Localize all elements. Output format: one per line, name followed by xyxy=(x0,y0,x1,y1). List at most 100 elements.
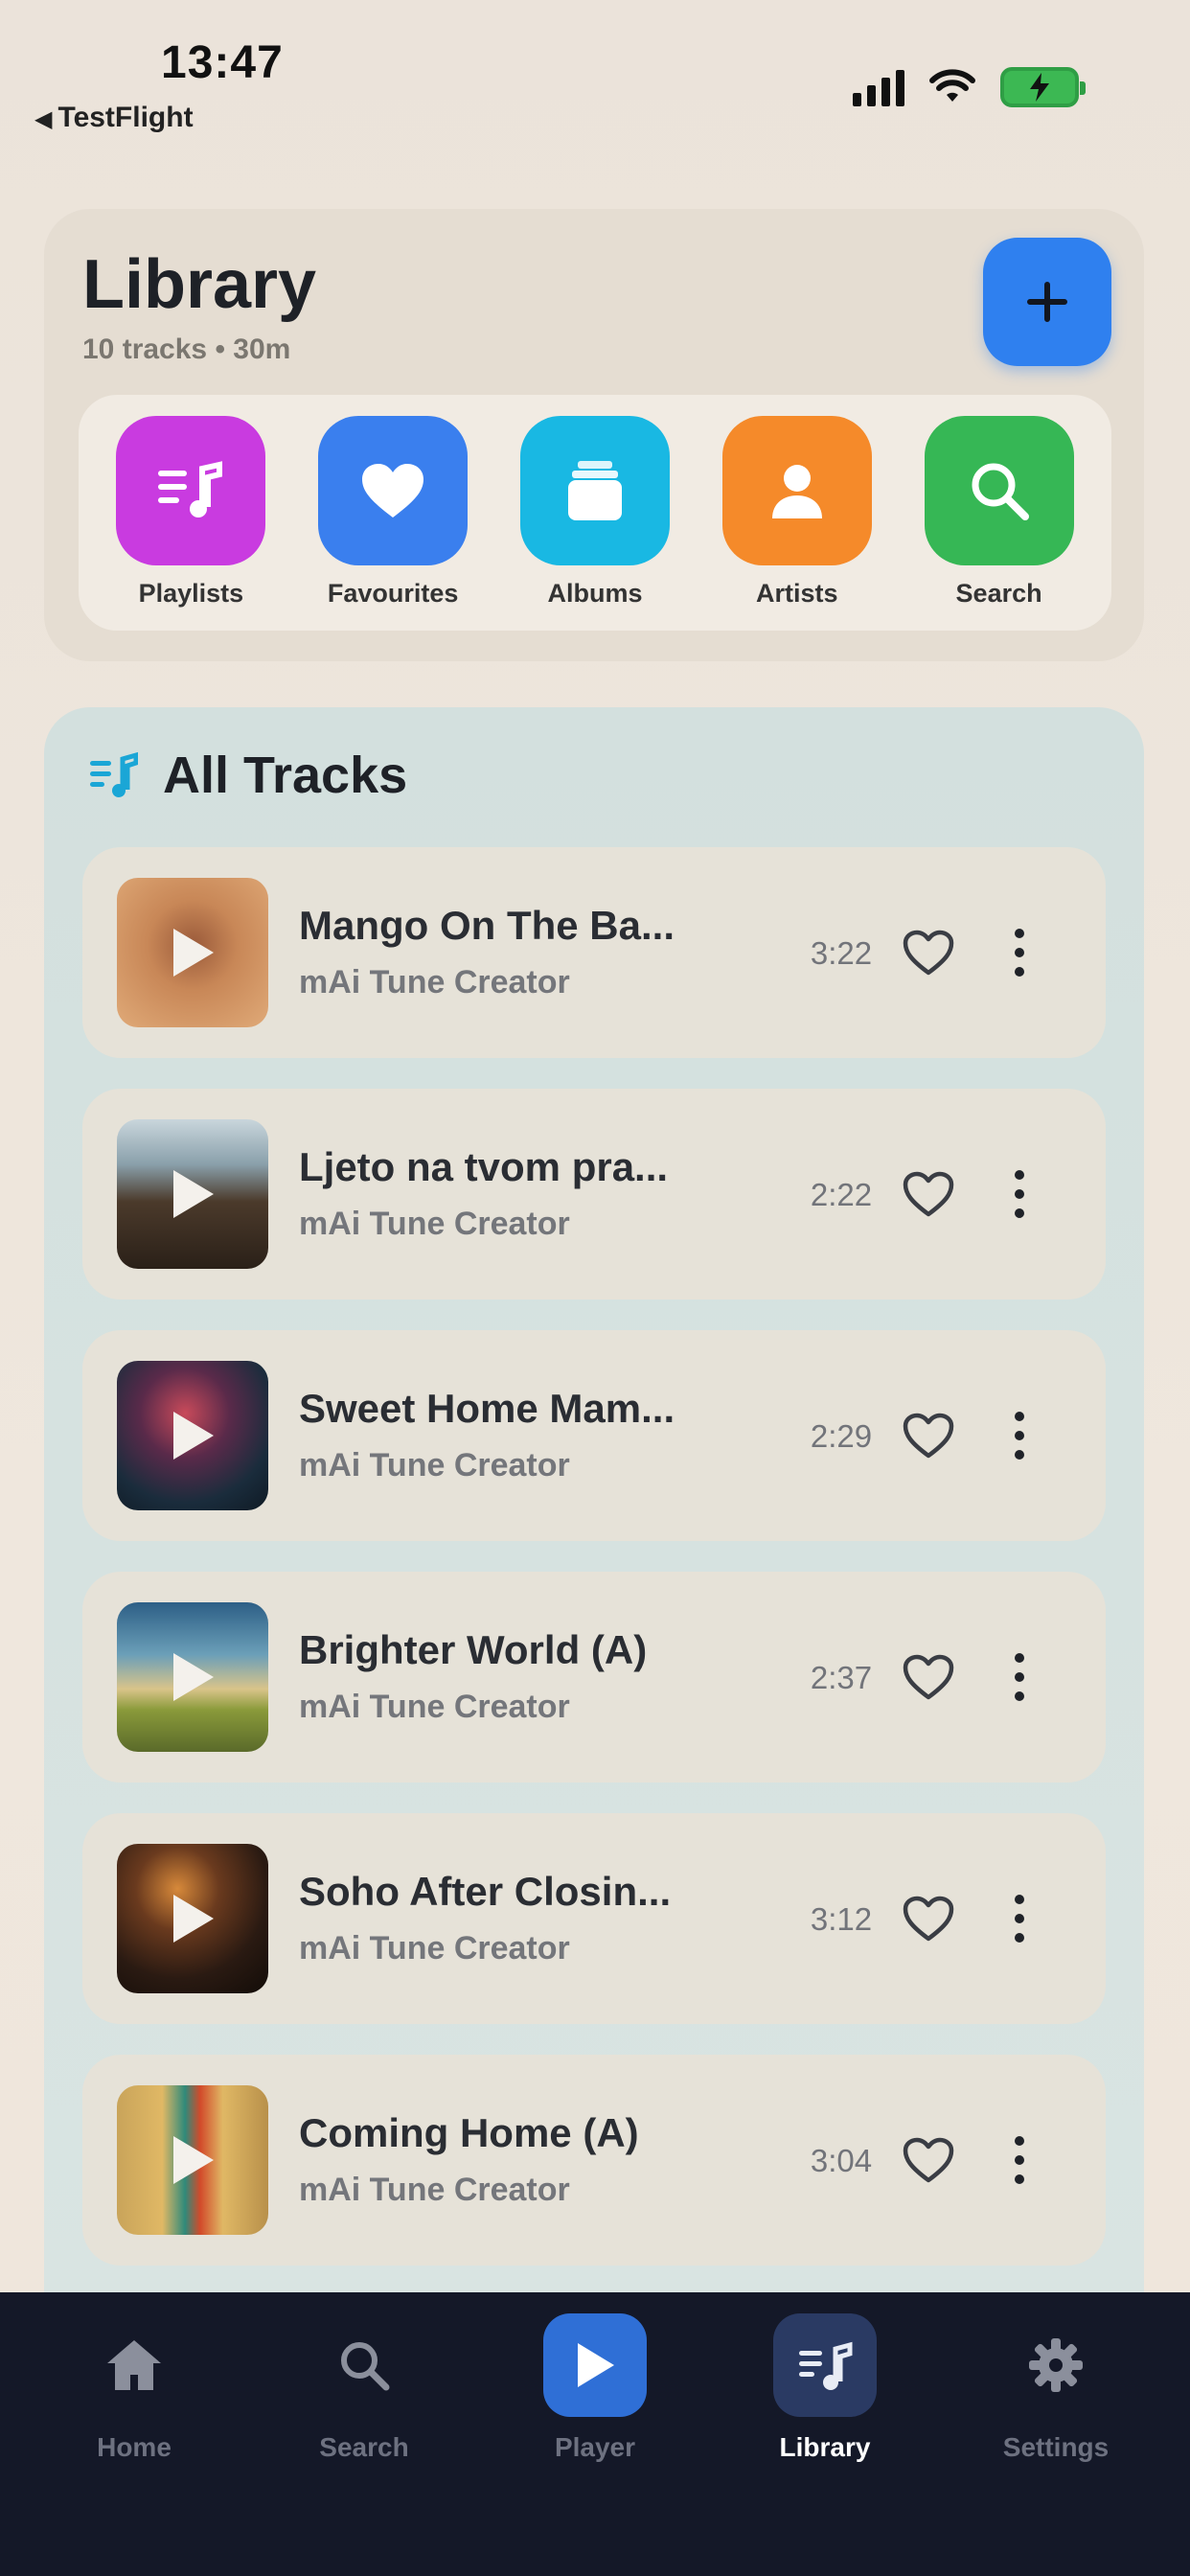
heart-outline-icon xyxy=(903,1171,954,1217)
track-duration: 3:04 xyxy=(810,2143,873,2178)
tab-icon-wrap xyxy=(773,2313,877,2417)
quick-tile xyxy=(721,416,872,565)
home-icon xyxy=(107,2340,161,2390)
quick-action-favourites[interactable]: Favourites xyxy=(297,416,489,631)
track-artwork xyxy=(117,1602,268,1752)
tab-icon-wrap xyxy=(312,2313,416,2417)
back-label: TestFlight xyxy=(57,102,194,133)
track-duration: 2:22 xyxy=(810,1177,873,1212)
track-row[interactable]: Ljeto na tvom pra... mAi Tune Creator 2:… xyxy=(82,1089,1106,1300)
quick-actions: Playlists Favourites Albums Artists Sear… xyxy=(79,395,1111,631)
track-title: Soho After Closin... xyxy=(299,1869,672,1914)
search-icon xyxy=(972,463,1029,520)
all-tracks-header: All Tracks xyxy=(88,746,407,805)
favourite-button[interactable] xyxy=(899,1648,958,1706)
play-icon xyxy=(117,1602,268,1752)
gear-icon xyxy=(1029,2338,1083,2392)
track-title: Mango On The Ba... xyxy=(299,903,675,948)
quick-tile xyxy=(924,416,1074,565)
search-icon xyxy=(341,2342,390,2391)
track-duration: 3:22 xyxy=(810,935,873,971)
heart-outline-icon xyxy=(903,1413,954,1459)
quick-action-artists[interactable]: Artists xyxy=(701,416,893,631)
bottom-tab-bar: Home Search Player Library Settings xyxy=(0,2292,1190,2576)
quick-action-albums[interactable]: Albums xyxy=(499,416,691,631)
favourite-button[interactable] xyxy=(899,924,958,981)
play-icon xyxy=(117,1844,268,1993)
quick-action-search[interactable]: Search xyxy=(904,416,1095,631)
quick-action-label: Favourites xyxy=(327,579,459,608)
tab-label: Settings xyxy=(1002,2432,1110,2462)
track-title: Sweet Home Mam... xyxy=(299,1386,675,1431)
favourite-button[interactable] xyxy=(899,2131,958,2189)
quick-action-label: Search xyxy=(955,579,1042,608)
quick-action-label: Artists xyxy=(756,579,838,608)
more-options-button[interactable] xyxy=(1000,1156,1039,1232)
track-row[interactable]: Mango On The Ba... mAi Tune Creator 3:22 xyxy=(82,847,1106,1058)
tab-label: Search xyxy=(319,2432,409,2462)
track-artwork xyxy=(117,1844,268,1993)
more-options-button[interactable] xyxy=(1000,914,1039,991)
track-artwork xyxy=(117,878,268,1027)
quick-tile xyxy=(116,416,266,565)
track-title: Brighter World (A) xyxy=(299,1627,648,1672)
track-row[interactable]: Coming Home (A) mAi Tune Creator 3:04 xyxy=(82,2055,1106,2266)
back-to-testflight[interactable]: ◀ TestFlight xyxy=(34,102,194,134)
tab-search[interactable]: Search xyxy=(268,2313,460,2486)
track-title: Ljeto na tvom pra... xyxy=(299,1144,669,1189)
library-summary: 10 tracks • 30m xyxy=(82,334,291,365)
tab-home[interactable]: Home xyxy=(38,2313,230,2486)
tab-player[interactable]: Player xyxy=(499,2313,691,2486)
more-options-button[interactable] xyxy=(1000,2122,1039,2198)
quick-tile xyxy=(318,416,469,565)
favourite-button[interactable] xyxy=(899,1407,958,1464)
heart-outline-icon xyxy=(903,2137,954,2183)
favourite-button[interactable] xyxy=(899,1890,958,1947)
tab-library[interactable]: Library xyxy=(729,2313,921,2486)
tab-icon-wrap xyxy=(82,2313,186,2417)
status-time: 13:47 xyxy=(161,37,284,88)
heart-icon xyxy=(362,464,424,518)
heart-outline-icon xyxy=(903,930,954,976)
page-title: Library xyxy=(82,246,317,323)
track-row[interactable]: Soho After Closin... mAi Tune Creator 3:… xyxy=(82,1813,1106,2024)
section-title: All Tracks xyxy=(163,747,408,804)
all-tracks-panel: All Tracks Mango On The Ba... mAi Tune C… xyxy=(44,707,1144,2308)
quick-action-label: Albums xyxy=(547,579,643,608)
tab-icon-wrap xyxy=(543,2313,647,2417)
add-button[interactable] xyxy=(983,238,1111,366)
track-row[interactable]: Sweet Home Mam... mAi Tune Creator 2:29 xyxy=(82,1330,1106,1541)
track-artist: mAi Tune Creator xyxy=(299,1447,570,1484)
status-bar: 13:47 ◀ TestFlight xyxy=(0,0,1190,144)
play-icon xyxy=(117,1361,268,1510)
heart-outline-icon xyxy=(903,1654,954,1700)
favourite-button[interactable] xyxy=(899,1165,958,1223)
play-icon xyxy=(578,2343,614,2387)
track-artist: mAi Tune Creator xyxy=(299,1206,570,1242)
tab-settings[interactable]: Settings xyxy=(960,2313,1152,2486)
quick-action-label: Playlists xyxy=(138,579,244,608)
track-duration: 2:37 xyxy=(810,1660,873,1695)
track-duration: 2:29 xyxy=(810,1418,873,1454)
tab-label: Library xyxy=(779,2432,871,2462)
playlist-icon xyxy=(158,461,223,518)
tab-icon-wrap xyxy=(1004,2313,1108,2417)
more-options-button[interactable] xyxy=(1000,1639,1039,1715)
heart-outline-icon xyxy=(903,1896,954,1942)
back-triangle-icon: ◀ xyxy=(34,106,53,132)
status-icons xyxy=(853,67,1086,107)
play-icon xyxy=(117,1119,268,1269)
track-artist: mAi Tune Creator xyxy=(299,1930,570,1966)
cellular-signal-icon xyxy=(853,68,904,106)
quick-action-playlists[interactable]: Playlists xyxy=(95,416,286,631)
plus-icon xyxy=(1027,282,1067,322)
album-icon xyxy=(567,461,622,520)
track-artwork xyxy=(117,1361,268,1510)
more-options-button[interactable] xyxy=(1000,1880,1039,1957)
music-list-icon xyxy=(799,2341,853,2390)
track-row[interactable]: Brighter World (A) mAi Tune Creator 2:37 xyxy=(82,1572,1106,1782)
quick-tile xyxy=(519,416,670,565)
track-artist: mAi Tune Creator xyxy=(299,1689,570,1725)
track-title: Coming Home (A) xyxy=(299,2110,639,2155)
more-options-button[interactable] xyxy=(1000,1397,1039,1474)
